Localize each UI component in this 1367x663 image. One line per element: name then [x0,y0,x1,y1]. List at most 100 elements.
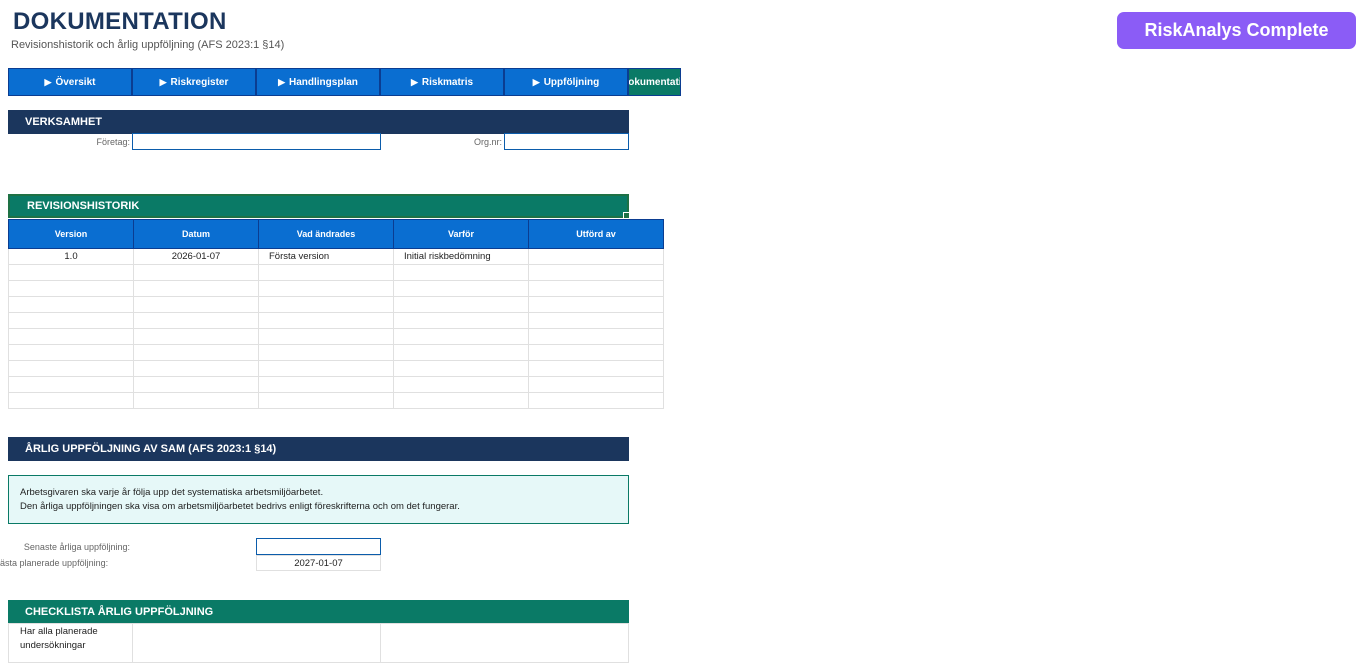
table-cell[interactable] [528,344,664,361]
latest-followup-input[interactable] [256,538,381,555]
nav-button-dokumentation[interactable]: Dokumentation [628,68,681,96]
column-header: Version [8,219,134,249]
table-cell[interactable] [528,280,664,297]
table-cell[interactable] [133,360,259,377]
play-arrow-icon: ▶ [532,76,540,87]
checklist-answer-cell[interactable] [132,623,381,663]
nav-button-riskmatris[interactable]: ▶ Riskmatris [380,68,504,96]
table-row [8,328,664,345]
table-cell[interactable] [258,264,394,281]
table-cell[interactable] [258,280,394,297]
table-row [8,296,664,313]
page-subtitle: Revisionshistorik och årlig uppföljning … [11,39,285,51]
nav-button-uppfoljning[interactable]: ▶ Uppföljning [504,68,628,96]
brand-badge: RiskAnalys Complete [1117,12,1356,49]
orgnr-label: Org.nr: [473,137,502,147]
table-cell[interactable] [258,328,394,345]
table-cell[interactable] [8,296,134,313]
next-followup-value[interactable]: 2027-01-07 [256,555,381,571]
table-row [8,264,664,281]
orgnr-input[interactable] [504,133,629,150]
table-cell[interactable] [133,312,259,329]
table-cell[interactable] [528,312,664,329]
table-cell[interactable] [393,264,529,281]
table-cell[interactable]: 2026-01-07 [133,248,259,265]
nav-label: Riskmatris [421,76,474,88]
table-cell[interactable] [528,296,664,313]
table-cell[interactable] [133,392,259,409]
next-followup-label: ästa planerade uppföljning: [0,558,109,568]
table-row [8,312,664,329]
table-cell[interactable] [258,392,394,409]
table-cell[interactable] [8,264,134,281]
table-cell[interactable] [133,280,259,297]
company-label: Företag: [96,137,130,147]
section-header-arlig-uppfoljning: ÅRLIG UPPFÖLJNING AV SAM (AFS 2023:1 §14… [8,437,629,461]
table-cell[interactable] [133,296,259,313]
checklist-comment-cell[interactable] [380,623,629,663]
page-title: DOKUMENTATION [13,8,227,35]
table-cell[interactable] [8,360,134,377]
nav-label: Handlingsplan [289,76,358,88]
table-cell[interactable] [528,264,664,281]
info-text-line: Den årliga uppföljningen ska visa om arb… [20,501,460,512]
nav-label: Översikt [55,76,96,88]
table-cell[interactable] [8,376,134,393]
table-cell[interactable]: Första version [258,248,394,265]
table-cell[interactable] [8,280,134,297]
table-cell[interactable] [528,248,664,265]
table-cell[interactable] [133,328,259,345]
latest-followup-label: Senaste årliga uppföljning: [23,542,130,552]
section-header-verksamhet: VERKSAMHET [8,110,629,134]
table-cell[interactable] [8,392,134,409]
table-cell[interactable] [528,376,664,393]
column-header: Utförd av [528,219,664,249]
table-cell[interactable] [8,328,134,345]
table-cell[interactable] [258,296,394,313]
table-cell[interactable] [133,344,259,361]
column-header: Varför [393,219,529,249]
nav-label: Riskregister [170,76,229,88]
nav-label: Dokumentation [628,76,681,88]
info-text-line: Arbetsgivaren ska varje år följa upp det… [20,487,324,498]
checklist-item[interactable]: Har alla planerade undersökningar [8,623,133,663]
table-cell[interactable] [528,392,664,409]
table-cell[interactable]: 1.0 [8,248,134,265]
table-cell[interactable] [528,328,664,345]
table-cell[interactable] [393,392,529,409]
nav-button-riskregister[interactable]: ▶ Riskregister [132,68,256,96]
table-cell[interactable] [8,312,134,329]
table-row [8,280,664,297]
table-cell[interactable] [393,360,529,377]
table-cell[interactable]: Initial riskbedömning [393,248,529,265]
table-cell[interactable] [393,376,529,393]
table-header-row: Version Datum Vad ändrades Varför Utförd… [8,219,664,249]
table-cell[interactable] [393,280,529,297]
table-cell[interactable] [393,344,529,361]
nav-button-handlingsplan[interactable]: ▶ Handlingsplan [256,68,380,96]
table-cell[interactable] [133,376,259,393]
table-cell[interactable] [8,344,134,361]
sheet-navigation: ▶ Översikt ▶ Riskregister ▶ Handlingspla… [8,68,681,96]
table-cell[interactable] [528,360,664,377]
table-row [8,344,664,361]
column-header: Vad ändrades [258,219,394,249]
company-input[interactable] [132,133,381,150]
table-cell[interactable] [393,296,529,313]
play-arrow-icon: ▶ [278,76,285,87]
play-arrow-icon: ▶ [410,76,418,87]
section-header-revisionshistorik[interactable]: REVISIONSHISTORIK [8,194,629,218]
nav-button-oversikt[interactable]: ▶ Översikt [8,68,132,96]
table-cell[interactable] [258,344,394,361]
table-cell[interactable] [258,376,394,393]
section-header-checklista: CHECKLISTA ÅRLIG UPPFÖLJNING [8,600,629,623]
table-cell[interactable] [258,360,394,377]
info-box: Arbetsgivaren ska varje år följa upp det… [8,475,629,524]
nav-label: Uppföljning [543,76,600,88]
table-cell[interactable] [258,312,394,329]
table-cell[interactable] [393,328,529,345]
revision-table: Version Datum Vad ändrades Varför Utförd… [8,219,664,409]
table-cell[interactable] [393,312,529,329]
table-cell[interactable] [133,264,259,281]
selection-fill-handle[interactable] [623,212,630,219]
